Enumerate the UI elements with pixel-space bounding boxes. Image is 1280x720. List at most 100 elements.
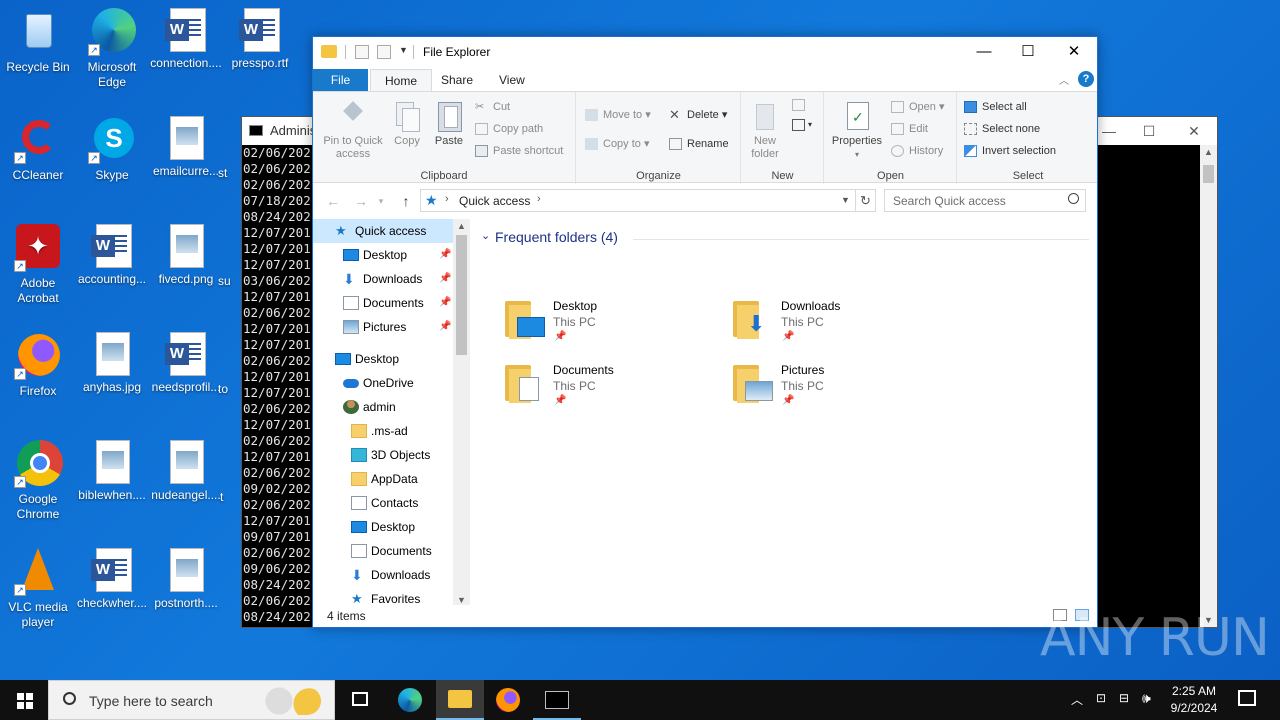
desktop-icon-connection[interactable]: W connection....	[148, 8, 224, 71]
content-pane[interactable]: ⌄ Frequent folders (4) Desktop This PC 📌 ⬇ D…	[471, 219, 1097, 607]
rename-button[interactable]: Rename	[667, 135, 729, 153]
desktop-icon-recycle-bin[interactable]: Recycle Bin	[0, 8, 76, 75]
edit-button[interactable]: Edit	[889, 120, 928, 138]
desktop-icon-vlc[interactable]: ↗ VLC media player	[0, 548, 76, 630]
desktop-icon-edge[interactable]: ↗ Microsoft Edge	[74, 8, 150, 90]
new-folder-button[interactable]: New folder	[746, 100, 784, 161]
cut-button[interactable]: ✂ Cut	[473, 98, 510, 116]
address-field[interactable]: ★ › Quick access › ▼	[420, 189, 856, 212]
taskbar-firefox[interactable]	[484, 680, 532, 720]
notifications-icon[interactable]	[1238, 690, 1256, 706]
desktop-icon-acrobat[interactable]: ✦ ↗ Adobe Acrobat	[0, 224, 76, 306]
taskbar-clock[interactable]: 2:25 AM 9/2/2024	[1160, 683, 1228, 717]
folder-tile[interactable]: ⬇ Downloads This PC 📌	[733, 297, 933, 353]
nav-item[interactable]: ⬇ Downloads 📌	[313, 267, 453, 291]
desktop-icon-ccleaner[interactable]: ↗ CCleaner	[0, 116, 76, 183]
recent-locations-icon[interactable]: ▾	[375, 192, 387, 210]
address-dropdown-icon[interactable]: ▼	[841, 195, 850, 205]
nav-item[interactable]: Contacts	[313, 491, 453, 515]
properties-button[interactable]: ✓ Properties ▾	[829, 100, 885, 161]
copy-path-button[interactable]: Copy path	[473, 120, 543, 138]
breadcrumb-quick-access[interactable]: Quick access	[459, 194, 530, 208]
scroll-thumb[interactable]	[1203, 165, 1214, 183]
show-hidden-icons-icon[interactable]: ︿	[1071, 691, 1083, 720]
tab-share[interactable]: Share	[427, 69, 487, 91]
new-folder-qat-icon[interactable]	[377, 45, 391, 59]
nav-item[interactable]: OneDrive	[313, 371, 453, 395]
copy-button[interactable]: Copy	[391, 100, 423, 148]
explorer-titlebar[interactable]: ▼ File Explorer — ☐ ✕	[313, 37, 1097, 67]
scroll-up-icon[interactable]: ▲	[453, 221, 470, 231]
tab-home[interactable]: Home	[370, 69, 433, 91]
nav-item[interactable]: Desktop 📌	[313, 243, 453, 267]
taskbar-console[interactable]	[533, 680, 581, 720]
breadcrumb-chevron-icon[interactable]: ›	[537, 193, 541, 205]
desktop-icon-presspo[interactable]: W presspo.rtf	[222, 8, 298, 71]
tab-file[interactable]: File	[313, 69, 368, 91]
taskbar-search-box[interactable]: Type here to search	[48, 680, 335, 720]
desktop-icon-fivecd[interactable]: fivecd.png	[148, 224, 224, 287]
nav-item[interactable]: 3D Objects	[313, 443, 453, 467]
volume-icon[interactable]: 🕪	[1142, 690, 1151, 720]
history-button[interactable]: History	[889, 142, 943, 160]
close-icon[interactable]: ✕	[1051, 37, 1097, 67]
desktop-icon-firefox[interactable]: ↗ Firefox	[0, 332, 76, 399]
nav-item[interactable]: Pictures 📌	[313, 315, 453, 339]
desktop-icon-partial-1[interactable]: st	[218, 166, 242, 181]
console-scrollbar[interactable]: ▲ ▼	[1200, 145, 1217, 627]
desktop-icon-chrome[interactable]: ↗ Google Chrome	[0, 440, 76, 522]
select-none-button[interactable]: Select none	[962, 120, 1040, 138]
open-button[interactable]: Open ▾	[889, 98, 945, 116]
taskbar-file-explorer[interactable]	[436, 680, 484, 720]
desktop-icon-biblewhen[interactable]: biblewhen....	[74, 440, 150, 503]
tab-view[interactable]: View	[485, 69, 539, 91]
collapse-ribbon-icon[interactable]: ︿	[1059, 72, 1069, 87]
folder-tile[interactable]: Pictures This PC 📌	[733, 361, 933, 417]
nav-item[interactable]: Desktop	[313, 515, 453, 539]
collapse-group-icon[interactable]: ⌄	[481, 229, 490, 242]
nav-item[interactable]: ★ Quick access	[313, 219, 453, 243]
desktop-icon-emailcurre[interactable]: emailcurre...	[148, 116, 224, 179]
navigation-pane[interactable]: ★ Quick access Desktop 📌 ⬇ Downloads 📌 Document…	[313, 219, 469, 607]
search-input[interactable]: Search Quick access	[884, 189, 1086, 212]
desktop-icon-nudeangel[interactable]: nudeangel....	[148, 440, 224, 503]
taskbar-edge[interactable]	[386, 680, 434, 720]
folder-tile[interactable]: Documents This PC 📌	[505, 361, 705, 417]
maximize-icon[interactable]: ☐	[1005, 37, 1051, 67]
select-all-button[interactable]: Select all	[962, 98, 1027, 116]
desktop-icon-anyhas[interactable]: anyhas.jpg	[74, 332, 150, 395]
refresh-icon[interactable]: ↻	[856, 189, 876, 212]
frequent-folders-header[interactable]: Frequent folders (4)	[495, 229, 618, 245]
desktop-icon-needsprofil[interactable]: W needsprofil...	[148, 332, 224, 395]
nav-scrollbar[interactable]: ▲ ▼	[453, 219, 470, 607]
desktop-icon-partial-2[interactable]: su	[218, 274, 242, 289]
delete-button[interactable]: ✕ Delete ▾	[667, 106, 727, 124]
nav-item[interactable]: Documents 📌	[313, 291, 453, 315]
start-button[interactable]	[0, 680, 48, 720]
desktop-icon-checkwher[interactable]: W checkwher....	[74, 548, 150, 611]
minimize-icon[interactable]: —	[961, 37, 1007, 67]
nav-item[interactable]: ⬇ Downloads	[313, 563, 453, 587]
file-explorer-window[interactable]: ▼ File Explorer — ☐ ✕ File Home Share Vi…	[312, 36, 1098, 628]
help-icon[interactable]: ?	[1078, 71, 1094, 87]
scroll-down-icon[interactable]: ▼	[453, 595, 470, 605]
pin-quick-access-button[interactable]: Pin to Quick access	[317, 100, 389, 161]
nav-item[interactable]: AppData	[313, 467, 453, 491]
back-icon[interactable]: ←	[323, 192, 343, 210]
desktop-icon-accounting[interactable]: W accounting...	[74, 224, 150, 287]
network-status-icon[interactable]: ⊡	[1096, 691, 1106, 720]
paste-button[interactable]: Paste	[431, 100, 467, 148]
desktop-icon-partial-3[interactable]: to	[218, 382, 242, 397]
easy-access-button[interactable]: ▾	[788, 116, 818, 134]
breadcrumb-chevron-icon[interactable]: ›	[445, 193, 449, 205]
folder-tile[interactable]: Desktop This PC 📌	[505, 297, 705, 353]
scroll-up-icon[interactable]: ▲	[1204, 147, 1213, 157]
task-view-button[interactable]	[336, 680, 384, 720]
up-icon[interactable]: ↑	[396, 192, 416, 210]
nav-item[interactable]: Documents	[313, 539, 453, 563]
paste-shortcut-button[interactable]: Paste shortcut	[473, 142, 563, 160]
properties-qat-icon[interactable]	[355, 45, 369, 59]
nav-item[interactable]: admin	[313, 395, 453, 419]
nav-item[interactable]: .ms-ad	[313, 419, 453, 443]
invert-selection-button[interactable]: Invert selection	[962, 142, 1056, 160]
